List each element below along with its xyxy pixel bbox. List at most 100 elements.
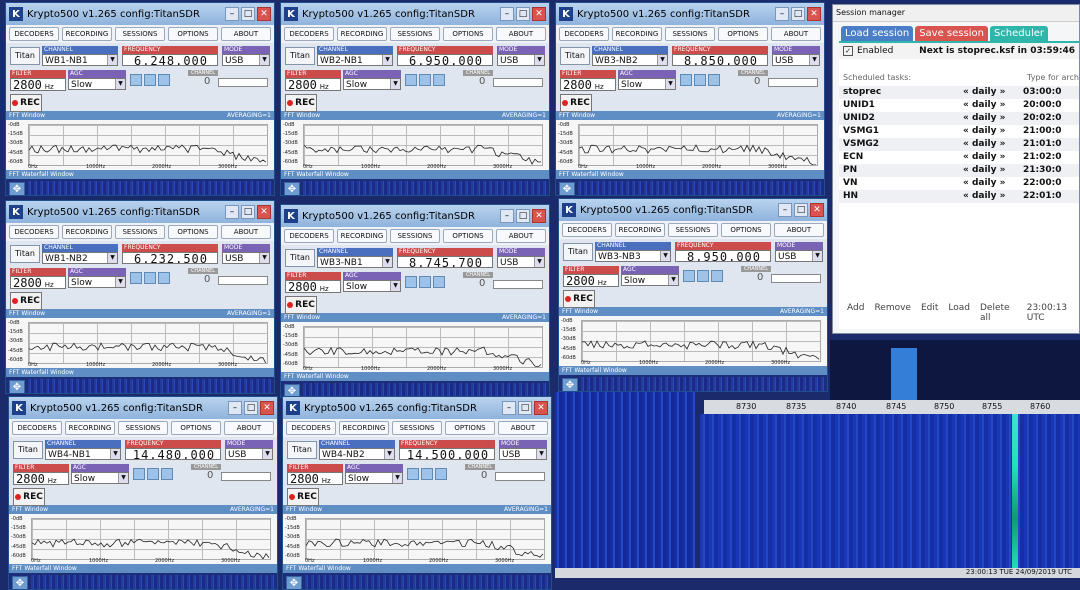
decoders-button[interactable]: DECODERS <box>9 225 59 239</box>
recording-button[interactable]: RECORDING <box>62 27 112 41</box>
titan-button[interactable]: Titan <box>13 441 43 459</box>
fft-window[interactable]: -0dB -15dB -30dB -45dB -60dB 0Hz 1000Hz … <box>281 322 549 372</box>
minimize-icon[interactable]: – <box>225 7 239 21</box>
agc-select[interactable]: ▼ Slow <box>71 472 129 484</box>
window-titlebar[interactable]: K Krypto500 v1.265 config:TitanSDR – □ ✕ <box>281 205 549 227</box>
options-button[interactable]: OPTIONS <box>445 421 495 435</box>
maximize-icon[interactable]: □ <box>516 7 530 21</box>
mode-select[interactable]: ▼ USB <box>772 54 820 66</box>
frequency-input[interactable]: 6.950.000 <box>397 54 493 66</box>
recording-button[interactable]: RECORDING <box>65 421 115 435</box>
recording-button[interactable]: RECORDING <box>615 223 665 237</box>
folder-icon[interactable] <box>130 272 142 284</box>
rec-button[interactable]: REC <box>10 94 42 112</box>
sessions-button[interactable]: SESSIONS <box>390 27 440 41</box>
mode-select[interactable]: ▼ USB <box>497 54 545 66</box>
frequency-input[interactable]: 8.850.000 <box>672 54 768 66</box>
titan-button[interactable]: Titan <box>285 249 315 267</box>
fft-window[interactable]: -0dB -15dB -30dB -45dB -60dB 0Hz 1000Hz … <box>6 120 274 170</box>
close-icon[interactable]: ✕ <box>807 7 821 21</box>
fft-window[interactable]: -0dB -15dB -30dB -45dB -60dB 0Hz 1000Hz … <box>281 120 549 170</box>
decoders-button[interactable]: DECODERS <box>559 27 609 41</box>
titan-button[interactable]: Titan <box>560 47 590 65</box>
tab-save-session[interactable]: Save session <box>915 26 988 41</box>
folder-icon[interactable] <box>405 276 417 288</box>
scheduled-task-row[interactable]: VSMG2 « daily » 21:01:0 <box>839 138 1079 151</box>
mode-select[interactable]: ▼ USB <box>775 250 823 262</box>
window-titlebar[interactable]: K Krypto500 v1.265 config:TitanSDR – □ ✕ <box>9 397 277 419</box>
crosshair-icon[interactable]: ✥ <box>559 182 575 195</box>
options-button[interactable]: OPTIONS <box>168 27 218 41</box>
window-titlebar[interactable]: K Krypto500 v1.265 config:TitanSDR – □ ✕ <box>6 3 274 25</box>
close-icon[interactable]: ✕ <box>532 7 546 21</box>
about-button[interactable]: ABOUT <box>498 421 548 435</box>
tuning-marker[interactable] <box>891 348 917 400</box>
frequency-input[interactable]: 14.500.000 <box>399 448 495 460</box>
sessions-button[interactable]: SESSIONS <box>118 421 168 435</box>
mode-select[interactable]: ▼ USB <box>222 252 270 264</box>
sessions-button[interactable]: SESSIONS <box>665 27 715 41</box>
add-button[interactable]: Add <box>847 303 864 323</box>
maximize-icon[interactable]: □ <box>241 205 255 219</box>
rec-button[interactable]: REC <box>563 290 595 308</box>
decoders-button[interactable]: DECODERS <box>562 223 612 237</box>
frequency-input[interactable]: 8.745.700 <box>397 256 493 268</box>
scheduled-task-row[interactable]: PN « daily » 21:30:0 <box>839 164 1079 177</box>
checkbox-icon[interactable]: ✓ <box>843 46 853 56</box>
close-icon[interactable]: ✕ <box>810 203 824 217</box>
remove-button[interactable]: Remove <box>874 303 911 323</box>
scheduled-task-row[interactable]: stoprec « daily » 03:00:0 <box>839 86 1079 99</box>
scheduled-task-row[interactable]: HN « daily » 22:01:0 <box>839 190 1079 203</box>
channel-select[interactable]: ▼ WB4-NB2 <box>319 448 395 460</box>
channel-select[interactable]: ▼ WB2-NB1 <box>317 54 393 66</box>
channel-select[interactable]: ▼ WB4-NB1 <box>45 448 121 460</box>
waterfall-window[interactable]: ✥ <box>559 375 827 391</box>
maximize-icon[interactable]: □ <box>794 203 808 217</box>
frequency-input[interactable]: 14.480.000 <box>125 448 221 460</box>
decoders-button[interactable]: DECODERS <box>284 27 334 41</box>
frequency-input[interactable]: 6.232.500 <box>122 252 218 264</box>
delete-all-button[interactable]: Delete all <box>980 303 1017 323</box>
waterfall-window[interactable]: ✥ <box>6 377 274 393</box>
crosshair-icon[interactable]: ✥ <box>12 576 28 589</box>
folder-icon[interactable] <box>407 468 419 480</box>
about-button[interactable]: ABOUT <box>774 223 824 237</box>
pause-icon[interactable] <box>433 276 445 288</box>
options-button[interactable]: OPTIONS <box>168 225 218 239</box>
fft-window[interactable]: -0dB -15dB -30dB -45dB -60dB 0Hz 1000Hz … <box>556 120 824 170</box>
titan-button[interactable]: Titan <box>10 47 40 65</box>
options-button[interactable]: OPTIONS <box>443 27 493 41</box>
agc-select[interactable]: ▼ Slow <box>618 78 676 90</box>
agc-select[interactable]: ▼ Slow <box>343 280 401 292</box>
about-button[interactable]: ABOUT <box>496 229 546 243</box>
minimize-icon[interactable]: – <box>228 401 242 415</box>
mode-select[interactable]: ▼ USB <box>225 448 273 460</box>
filter-input[interactable]: 2800 Hz <box>285 280 341 293</box>
tab-scheduler[interactable]: Scheduler <box>989 26 1049 41</box>
window-titlebar[interactable]: K Krypto500 v1.265 config:TitanSDR – □ ✕ <box>6 201 274 223</box>
pause-icon[interactable] <box>708 74 720 86</box>
play-icon[interactable] <box>419 276 431 288</box>
minimize-icon[interactable]: – <box>225 205 239 219</box>
waterfall-display[interactable] <box>700 414 1080 570</box>
play-icon[interactable] <box>697 270 709 282</box>
filter-input[interactable]: 2800 Hz <box>10 78 66 91</box>
minimize-icon[interactable]: – <box>500 7 514 21</box>
close-icon[interactable]: ✕ <box>532 209 546 223</box>
decoders-button[interactable]: DECODERS <box>286 421 336 435</box>
waterfall-window[interactable]: ✥ <box>283 573 551 589</box>
waterfall-window[interactable]: ✥ <box>6 179 274 195</box>
waterfall-window[interactable]: ✥ <box>281 179 549 195</box>
pause-icon[interactable] <box>711 270 723 282</box>
filter-input[interactable]: 2800 Hz <box>287 472 343 485</box>
decoders-button[interactable]: DECODERS <box>284 229 334 243</box>
play-icon[interactable] <box>421 468 433 480</box>
decoders-button[interactable]: DECODERS <box>12 421 62 435</box>
pause-icon[interactable] <box>435 468 447 480</box>
close-icon[interactable]: ✕ <box>260 401 274 415</box>
titan-button[interactable]: Titan <box>285 47 315 65</box>
scheduled-task-row[interactable]: VN « daily » 22:00:0 <box>839 177 1079 190</box>
play-icon[interactable] <box>694 74 706 86</box>
sessions-button[interactable]: SESSIONS <box>392 421 442 435</box>
options-button[interactable]: OPTIONS <box>718 27 768 41</box>
